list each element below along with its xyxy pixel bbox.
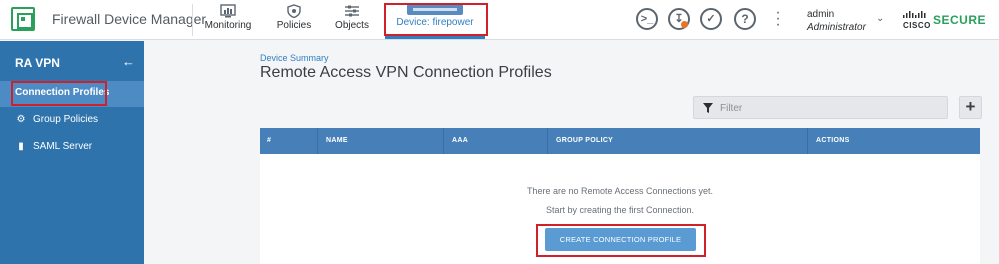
nav-objects-label: Objects (335, 20, 369, 31)
sidebar-item-label: SAML Server (33, 141, 93, 152)
sidebar-title: RA VPN (15, 56, 60, 70)
column-divider (547, 128, 548, 154)
filter-input[interactable] (720, 100, 940, 116)
nav-policies[interactable]: Policies (272, 4, 316, 36)
add-profile-button[interactable]: + (959, 96, 982, 119)
highlight-box-device (384, 3, 488, 36)
highlight-box-connection-profiles (11, 81, 107, 106)
nav-monitoring[interactable]: Monitoring (204, 4, 252, 36)
help-icon[interactable]: ? (734, 8, 756, 30)
top-bar: Firewall Device Manager Monitoring Polic… (0, 0, 999, 40)
chevron-down-icon[interactable]: ⌄ (876, 13, 884, 24)
nav-policies-label: Policies (276, 20, 312, 31)
column-header-actions: ACTIONS (816, 137, 850, 144)
filter-field[interactable] (693, 96, 948, 119)
column-header-group-policy[interactable]: GROUP POLICY (556, 137, 613, 144)
group-policies-icon: ⚙ (16, 114, 26, 125)
filter-icon (703, 103, 713, 113)
empty-state-hint: Start by creating the first Connection. (545, 205, 695, 215)
policies-icon (287, 4, 301, 18)
column-divider (807, 128, 808, 154)
back-arrow-icon[interactable]: ← (122, 54, 135, 69)
tasks-icon[interactable]: ✓ (700, 8, 722, 30)
objects-icon (345, 5, 359, 17)
column-divider (317, 128, 318, 154)
cisco-logo-icon (903, 11, 926, 18)
empty-state-message: There are no Remote Access Connections y… (526, 186, 714, 196)
more-options-icon[interactable]: · · · (775, 5, 781, 33)
table-header: # NAME AAA GROUP POLICY ACTIONS (260, 128, 980, 154)
divider (192, 4, 193, 36)
column-header-aaa[interactable]: AAA (452, 137, 468, 144)
active-tab-indicator (385, 36, 485, 39)
sidebar-item-group-policies[interactable]: ⚙ Group Policies (15, 114, 99, 125)
secure-wordmark: SECURE (933, 13, 987, 27)
breadcrumb[interactable]: Device Summary (260, 53, 329, 63)
highlight-box-create-button (536, 224, 706, 257)
user-role: Administrator (807, 22, 866, 33)
sidebar-item-label: Group Policies (33, 114, 99, 125)
nav-monitoring-label: Monitoring (204, 20, 252, 31)
sidebar: RA VPN ← Connection Profiles ⚙ Group Poli… (0, 41, 144, 264)
fdm-logo-icon (11, 7, 35, 31)
pending-changes-dot (681, 21, 688, 28)
page-title: Remote Access VPN Connection Profiles (260, 64, 552, 81)
cisco-wordmark: CISCO (903, 21, 931, 30)
column-divider (443, 128, 444, 154)
cli-console-icon[interactable]: >_ (636, 8, 658, 30)
nav-objects[interactable]: Objects (333, 4, 371, 36)
saml-server-icon: ▮ (18, 141, 24, 152)
user-name[interactable]: admin (807, 9, 834, 20)
app-title: Firewall Device Manager (52, 11, 207, 27)
column-header-number: # (267, 137, 272, 144)
sidebar-item-saml-server[interactable]: ▮ SAML Server (15, 141, 92, 152)
column-header-name[interactable]: NAME (326, 137, 348, 144)
monitoring-icon (220, 4, 236, 18)
